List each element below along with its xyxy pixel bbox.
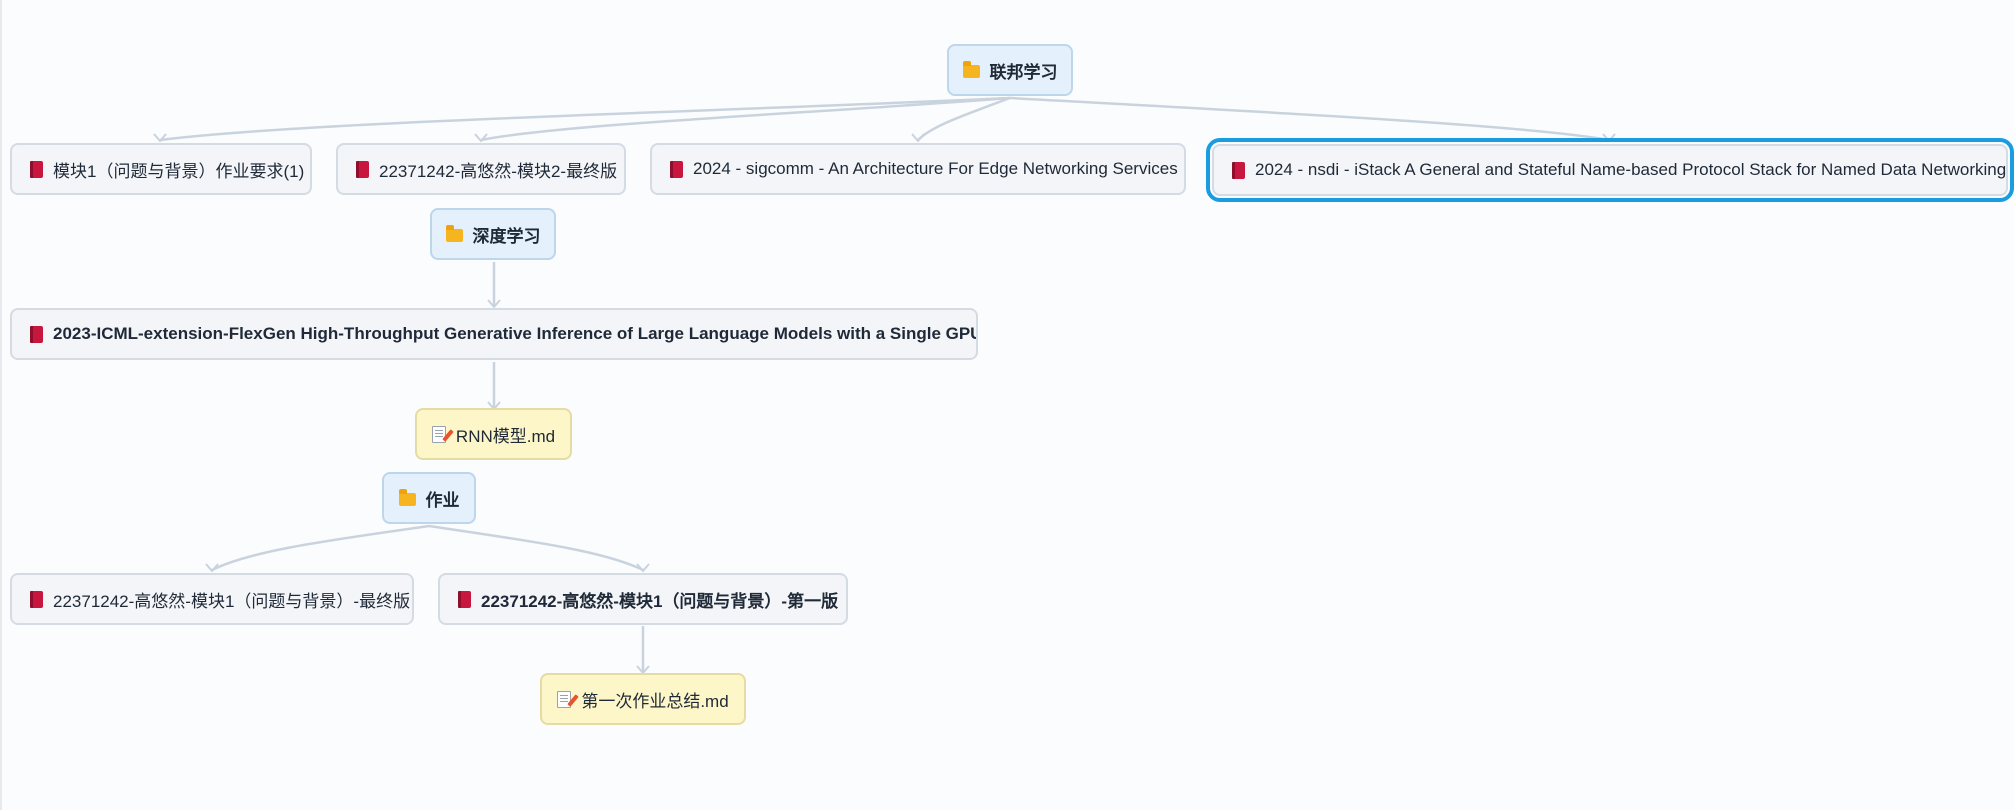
arrowhead xyxy=(153,133,167,143)
note-label: RNN模型.md xyxy=(455,426,556,446)
memo-icon xyxy=(557,690,572,708)
doc-label: 22371242-高悠然-模块1（问题与背景）-第一版 xyxy=(481,591,839,611)
arrowhead xyxy=(911,133,925,143)
arrowhead xyxy=(636,563,650,573)
note-node-first-homework-summary[interactable]: 第一次作业总结.md xyxy=(540,673,746,725)
mindmap-edges xyxy=(153,96,1616,675)
arrowhead xyxy=(636,665,650,675)
doc-node-module1-requirements[interactable]: 模块1（问题与背景）作业要求(1) xyxy=(10,143,312,195)
doc-node-module1-first-draft[interactable]: 22371242-高悠然-模块1（问题与背景）-第一版 xyxy=(438,573,848,625)
note-node-rnn-model[interactable]: RNN模型.md xyxy=(415,408,572,460)
arrowhead xyxy=(205,563,219,573)
book-icon xyxy=(30,590,43,608)
arrowhead xyxy=(474,133,488,143)
doc-node-flexgen[interactable]: 2023-ICML-extension-FlexGen High-Through… xyxy=(10,308,978,360)
memo-icon xyxy=(431,425,446,443)
arrowhead xyxy=(1602,133,1616,143)
book-icon xyxy=(670,160,683,178)
edge-fl-doc1 xyxy=(159,96,1011,142)
folder-icon xyxy=(398,488,416,506)
note-label: 第一次作业总结.md xyxy=(581,691,729,711)
doc-label: 2024 - sigcomm - An Architecture For Edg… xyxy=(693,159,1178,178)
folder-icon xyxy=(445,224,463,242)
doc-node-module2-final[interactable]: 22371242-高悠然-模块2-最终版 xyxy=(336,143,626,195)
folder-node-federated-learning[interactable]: 联邦学习 xyxy=(947,44,1073,96)
book-icon xyxy=(356,160,369,178)
folder-node-homework[interactable]: 作业 xyxy=(382,472,476,524)
doc-label: 2024 - nsdi - iStack A General and State… xyxy=(1255,160,2007,179)
mindmap-canvas[interactable]: 联邦学习 模块1（问题与背景）作业要求(1) 22371242-高悠然-模块2-… xyxy=(0,0,2014,810)
doc-node-nsdi-istack[interactable]: 2024 - nsdi - iStack A General and State… xyxy=(1206,138,2014,202)
doc-label: 22371242-高悠然-模块2-最终版 xyxy=(379,161,618,181)
book-icon xyxy=(458,590,471,608)
book-icon xyxy=(30,325,43,343)
folder-icon xyxy=(962,60,980,78)
folder-label: 联邦学习 xyxy=(989,62,1058,82)
book-icon xyxy=(1232,161,1245,179)
doc-node-module1-final[interactable]: 22371242-高悠然-模块1（问题与背景）-最终版 xyxy=(10,573,414,625)
doc-node-sigcomm-edge-networking[interactable]: 2024 - sigcomm - An Architecture For Edg… xyxy=(650,143,1186,195)
edge-fl-doc2 xyxy=(480,96,1011,142)
edge-hw-doc1 xyxy=(211,524,430,572)
edge-hw-doc2 xyxy=(428,524,644,572)
folder-label: 作业 xyxy=(425,490,460,510)
folder-node-deep-learning[interactable]: 深度学习 xyxy=(430,208,556,260)
doc-label: 2023-ICML-extension-FlexGen High-Through… xyxy=(53,324,978,343)
arrowhead xyxy=(487,299,501,309)
edge-fl-doc3 xyxy=(917,96,1011,141)
book-icon xyxy=(30,160,43,178)
doc-label: 模块1（问题与背景）作业要求(1) xyxy=(53,161,305,181)
doc-label: 22371242-高悠然-模块1（问题与背景）-最终版 xyxy=(53,591,411,611)
edge-fl-doc4 xyxy=(1009,96,1610,142)
folder-label: 深度学习 xyxy=(472,226,541,246)
